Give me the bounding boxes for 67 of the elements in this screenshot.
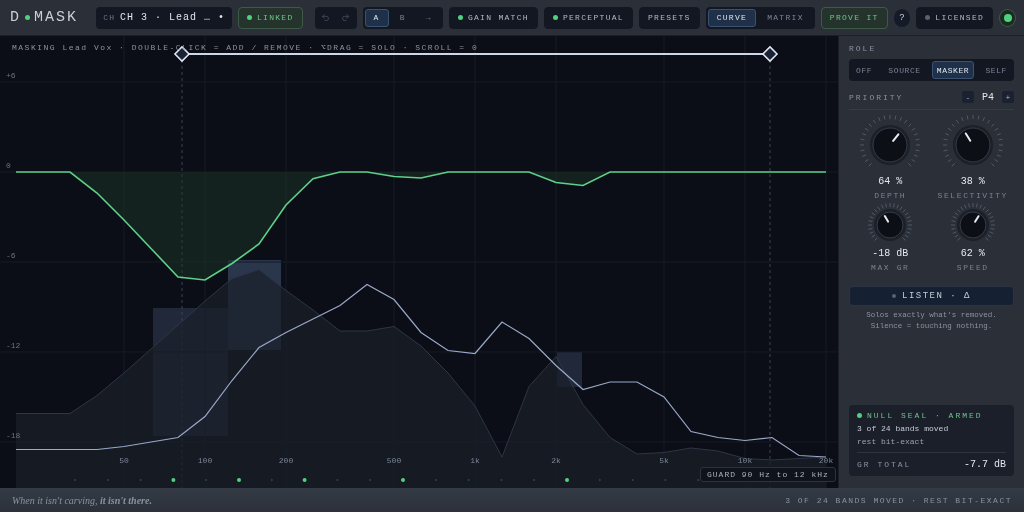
priority-value: P4: [982, 91, 994, 103]
band-dot[interactable]: [237, 478, 241, 482]
knob-label: SPEED: [956, 263, 989, 272]
knob-label: DEPTH: [874, 191, 907, 200]
ab-tab[interactable]: B: [390, 8, 415, 27]
listen-button[interactable]: LISTEN · Δ: [849, 286, 1014, 306]
logo-text: MASK: [34, 9, 79, 26]
null-seal-title: NULL SEAL · ARMED: [867, 411, 983, 420]
x-axis-label: 5k: [659, 456, 669, 465]
tagline: When it isn't carving, it isn't there.: [12, 494, 152, 506]
presets-button[interactable]: PRESETS: [638, 6, 700, 29]
x-axis-label: 2k: [551, 456, 561, 465]
y-axis-label: 0: [6, 161, 11, 170]
x-axis-label: 200: [278, 456, 294, 465]
gain-curve[interactable]: [15, 171, 827, 281]
footer-status: 3 OF 24 BANDS MOVED · REST BIT-EXACT: [785, 495, 1012, 505]
prove-it-button[interactable]: PROVE IT: [820, 6, 888, 29]
role-tab[interactable]: MASKER: [931, 61, 975, 79]
knob-label: SELECTIVITY: [937, 191, 1008, 200]
license-button[interactable]: LICENSED: [916, 6, 994, 29]
role-tab[interactable]: OFF: [851, 61, 878, 79]
perceptual-toggle[interactable]: PERCEPTUAL: [543, 6, 633, 29]
logo-text: D: [10, 9, 21, 26]
undo-icon: [321, 13, 331, 22]
gr-total-value: -7.7 dB: [964, 459, 1006, 470]
channel-select[interactable]: CH CH 3 · Lead … •: [96, 6, 232, 29]
linked-toggle[interactable]: LINKED: [237, 6, 303, 29]
role-label: ROLE: [849, 44, 878, 53]
view-tab[interactable]: CURVE: [707, 8, 757, 27]
bands-moved-text: 3 of 24 bands moved: [857, 424, 950, 433]
band-dot[interactable]: [171, 478, 176, 482]
channel-value: CH 3 · Lead … •: [119, 12, 225, 23]
x-axis-label: 100: [197, 456, 213, 465]
priority-label: PRIORITY: [849, 92, 904, 102]
y-axis-label: -6: [6, 251, 16, 260]
x-axis-label: 50: [119, 456, 129, 465]
y-axis-label: -18: [6, 430, 21, 440]
band-dot[interactable]: [401, 478, 405, 482]
power-button[interactable]: [999, 8, 1016, 27]
x-axis-label: 1k: [470, 456, 480, 465]
ab-tab[interactable]: →: [416, 8, 441, 27]
decrement-button[interactable]: -: [962, 91, 974, 103]
chart-hint: MASKING Lead Vox · DOUBLE-CLICK = ADD / REMOVE · ⌥DRAG = SOLO · SCROLL = 0: [12, 43, 479, 52]
knob-value: 64 %: [878, 176, 903, 187]
band-dot[interactable]: [302, 478, 307, 482]
band-dot[interactable]: [565, 478, 569, 482]
x-axis-label: 10k: [737, 456, 753, 465]
knob-value: 62 %: [960, 248, 985, 259]
role-tab[interactable]: SOURCE: [883, 61, 926, 79]
knob-value: -18 dB: [872, 248, 909, 259]
increment-button[interactable]: +: [1002, 91, 1014, 103]
gr-total-label: GR TOTAL: [857, 460, 912, 469]
role-tab[interactable]: SELF: [980, 61, 1012, 79]
y-axis-label: +6: [6, 71, 16, 81]
gain-match-toggle[interactable]: GAIN MATCH: [448, 6, 538, 29]
ab-tab[interactable]: A: [364, 8, 389, 27]
bit-exact-text: rest bit-exact: [857, 437, 926, 446]
y-axis-label: -12: [6, 341, 21, 350]
help-button[interactable]: ?: [893, 8, 911, 27]
knob-value: 38 %: [960, 176, 985, 187]
redo-icon: [341, 13, 351, 22]
knob-label: MAX GR: [871, 263, 910, 272]
view-tab[interactable]: MATRIX: [758, 8, 813, 27]
channel-prefix: CH: [103, 13, 115, 22]
x-axis-label: 500: [386, 456, 402, 465]
x-axis-label: 20k: [818, 456, 834, 465]
guard-range-label: GUARD 90 Hz to 12 kHz: [700, 467, 836, 482]
